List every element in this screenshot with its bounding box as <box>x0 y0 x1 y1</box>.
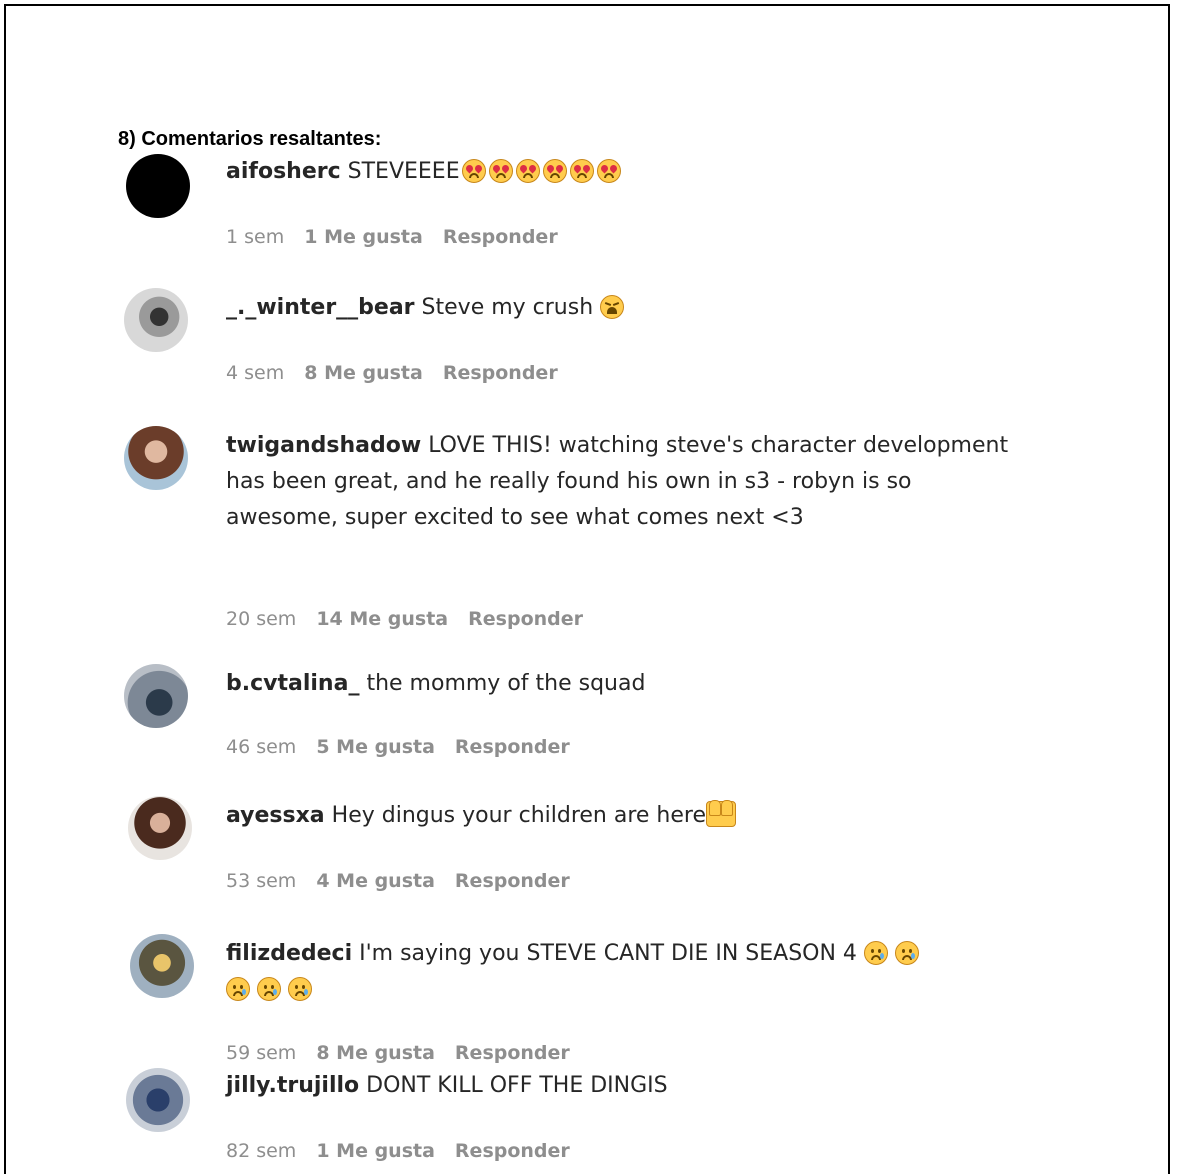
username-link[interactable]: b.cvtalina_ <box>226 671 359 696</box>
likes-count[interactable]: 1 Me gusta <box>304 226 423 248</box>
avatar[interactable] <box>128 796 192 860</box>
reply-button[interactable]: Responder <box>455 870 570 892</box>
reply-button[interactable]: Responder <box>455 1042 570 1064</box>
comment-body: twigandshadow LOVE THIS! watching steve'… <box>226 428 1016 536</box>
comment-time[interactable]: 20 sem <box>226 608 296 630</box>
crying-face-icon <box>226 977 250 1001</box>
heart-eyes-icon <box>542 159 567 183</box>
likes-count[interactable]: 1 Me gusta <box>316 1140 435 1162</box>
username-link[interactable]: _._winter__bear <box>226 295 415 320</box>
comment-meta: 46 sem 5 Me gusta Responder <box>226 736 570 758</box>
comment-body: b.cvtalina_ the mommy of the squad <box>226 666 1026 702</box>
avatar[interactable] <box>126 1068 190 1132</box>
comment-time[interactable]: 82 sem <box>226 1140 296 1162</box>
comment-body: _._winter__bear Steve my crush <box>226 290 1026 326</box>
comment-text: Steve my crush <box>421 295 594 320</box>
avatar[interactable] <box>130 934 194 998</box>
comment-time[interactable]: 53 sem <box>226 870 296 892</box>
username-link[interactable]: jilly.trujillo <box>226 1073 359 1098</box>
comment-time[interactable]: 4 sem <box>226 362 284 384</box>
comment-time[interactable]: 1 sem <box>226 226 284 248</box>
emoji-group <box>461 159 621 183</box>
comment-meta: 20 sem 14 Me gusta Responder <box>226 608 583 630</box>
section-title: 8) Comentarios resaltantes: <box>118 128 382 150</box>
avatar[interactable] <box>124 664 188 728</box>
heart-eyes-icon <box>461 159 486 183</box>
crying-face-icon <box>863 941 888 965</box>
heart-eyes-icon <box>596 159 621 183</box>
avatar[interactable] <box>126 154 190 218</box>
username-link[interactable]: twigandshadow <box>226 433 421 458</box>
comment-meta: 59 sem 8 Me gusta Responder <box>226 1042 570 1064</box>
username-link[interactable]: aifosherc <box>226 159 341 184</box>
comment-body: jilly.trujillo DONT KILL OFF THE DINGIS <box>226 1068 1026 1104</box>
heart-eyes-icon <box>488 159 513 183</box>
comment-time[interactable]: 59 sem <box>226 1042 296 1064</box>
heart-eyes-icon <box>515 159 540 183</box>
avatar[interactable] <box>124 288 188 352</box>
comment-body: filizdedeci I'm saying you STEVE CANT DI… <box>226 936 1026 1008</box>
avatar[interactable] <box>124 426 188 490</box>
comment-text: STEVEEEE <box>347 159 460 184</box>
crying-face-icon <box>288 977 312 1001</box>
comment-meta: 4 sem 8 Me gusta Responder <box>226 362 558 384</box>
raised-hands-icon <box>706 800 736 827</box>
username-link[interactable]: filizdedeci <box>226 941 352 966</box>
likes-count[interactable]: 8 Me gusta <box>316 1042 435 1064</box>
comment-meta: 53 sem 4 Me gusta Responder <box>226 870 570 892</box>
crying-face-icon <box>894 941 919 965</box>
username-link[interactable]: ayessxa <box>226 803 325 828</box>
likes-count[interactable]: 4 Me gusta <box>316 870 435 892</box>
heart-eyes-icon <box>569 159 594 183</box>
comment-text: I'm saying you STEVE CANT DIE IN SEASON … <box>359 941 857 966</box>
reply-button[interactable]: Responder <box>468 608 583 630</box>
comment-text: Hey dingus your children are here <box>331 803 706 828</box>
comment-time[interactable]: 46 sem <box>226 736 296 758</box>
reply-button[interactable]: Responder <box>443 226 558 248</box>
reply-button[interactable]: Responder <box>443 362 558 384</box>
comment-meta: 82 sem 1 Me gusta Responder <box>226 1140 570 1162</box>
comment-text: DONT KILL OFF THE DINGIS <box>366 1073 668 1098</box>
reply-button[interactable]: Responder <box>455 736 570 758</box>
comment-meta: 1 sem 1 Me gusta Responder <box>226 226 558 248</box>
likes-count[interactable]: 5 Me gusta <box>316 736 435 758</box>
crying-face-icon <box>257 977 281 1001</box>
comment-body: ayessxa Hey dingus your children are her… <box>226 798 1026 834</box>
likes-count[interactable]: 8 Me gusta <box>304 362 423 384</box>
likes-count[interactable]: 14 Me gusta <box>316 608 448 630</box>
reply-button[interactable]: Responder <box>455 1140 570 1162</box>
weary-face-icon <box>600 295 625 319</box>
comment-text: the mommy of the squad <box>366 671 646 696</box>
comment-body: aifosherc STEVEEEE <box>226 154 1026 190</box>
